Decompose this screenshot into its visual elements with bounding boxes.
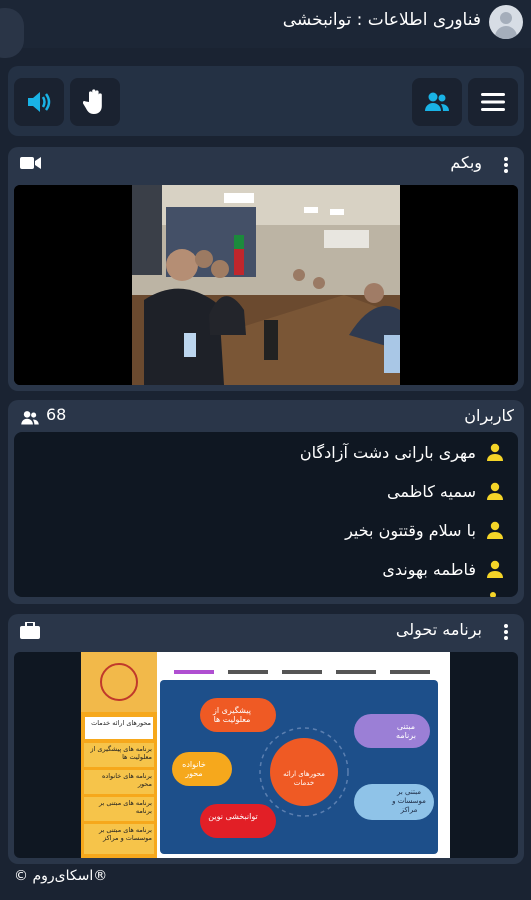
list-item[interactable]: سمیه کاظمی xyxy=(387,478,504,504)
user-avatar-icon[interactable] xyxy=(489,5,523,39)
toolbar xyxy=(8,66,524,136)
video-camera-icon xyxy=(20,157,41,169)
user-name: مهری بارانی دشت آزادگان xyxy=(299,442,476,462)
briefcase-icon xyxy=(20,622,40,639)
hand-icon xyxy=(83,89,102,114)
slide-sidebar-item: برنامه های خانواده محور xyxy=(84,770,154,794)
meeting-room-video xyxy=(14,185,518,385)
webcam-options-icon[interactable] xyxy=(504,157,508,173)
presentation-slide[interactable]: محورهای ارائه خدمات پیشگیری از معلولیت ه… xyxy=(14,652,518,858)
slide-sidebar-item: برنامه های پیشگیری از معلولیت ها xyxy=(84,743,154,767)
list-item[interactable]: با سلام وقتتون بخیر xyxy=(345,517,504,543)
room-title: فناوری اطلاعات : توانبخشی xyxy=(282,10,481,30)
users-list[interactable]: مهری بارانی دشت آزادگان سمیه کاظمی با سل… xyxy=(14,432,518,597)
user-icon xyxy=(486,560,504,578)
presentation-title: برنامه تحولی xyxy=(395,620,482,639)
top-bar: فناوری اطلاعات : توانبخشی xyxy=(0,0,531,58)
webcam-panel: وبکم xyxy=(8,147,524,391)
list-item[interactable]: مهری بارانی دشت آزادگان xyxy=(300,439,504,465)
webcam-title: وبکم xyxy=(450,153,482,172)
menu-button[interactable] xyxy=(468,78,518,126)
slide-sidebar-item: محورهای ارائه خدمات xyxy=(84,716,154,740)
recording-indicator[interactable] xyxy=(0,8,24,58)
users-button[interactable] xyxy=(412,78,462,126)
slide-node: پیشگیری از معلولیت ها xyxy=(213,706,251,724)
hamburger-menu-icon xyxy=(481,93,505,111)
slide-node: مبتنی بر موسسات و مراکز xyxy=(392,788,426,814)
users-count: 68 xyxy=(46,405,67,424)
users-count-icon xyxy=(21,411,39,425)
user-icon xyxy=(486,443,504,461)
user-icon xyxy=(486,521,504,539)
list-item[interactable]: فاطمه بهوندی xyxy=(382,556,504,582)
slide-node: مبتنی برنامه xyxy=(396,722,416,740)
webcam-video[interactable] xyxy=(14,185,518,385)
slide-node: خانواده محور xyxy=(182,760,206,778)
user-icon xyxy=(490,592,496,597)
speaker-button[interactable] xyxy=(14,78,64,126)
user-icon xyxy=(486,482,504,500)
raise-hand-button[interactable] xyxy=(70,78,120,126)
slide-sidebar: محورهای ارائه خدمات برنامه های پیشگیری ا… xyxy=(84,716,154,854)
speaker-icon xyxy=(28,92,51,112)
users-title: کاربران xyxy=(464,406,514,425)
slide-center-label: محورهای ارائه خدمات xyxy=(283,770,325,787)
slide-sidebar-item: برنامه های مبتنی بر موسسات و مراکز xyxy=(84,824,154,854)
slide-sidebar-item: برنامه های مبتنی بر برنامه xyxy=(84,797,154,821)
user-name: سمیه کاظمی xyxy=(387,481,476,501)
presentation-options-icon[interactable] xyxy=(504,624,508,640)
presentation-panel: برنامه تحولی محورهای ارائه خدمات پیشگیری… xyxy=(8,614,524,864)
user-name: فاطمه بهوندی xyxy=(382,559,476,579)
users-panel: 68 کاربران مهری بارانی دشت آزادگان سمیه … xyxy=(8,400,524,604)
user-name: با سلام وقتتون بخیر xyxy=(345,520,476,540)
footer-brand: ®اسکای‌روم © xyxy=(14,868,108,884)
users-icon xyxy=(425,92,449,111)
slide-node: توانبخشی نوین xyxy=(208,812,258,821)
